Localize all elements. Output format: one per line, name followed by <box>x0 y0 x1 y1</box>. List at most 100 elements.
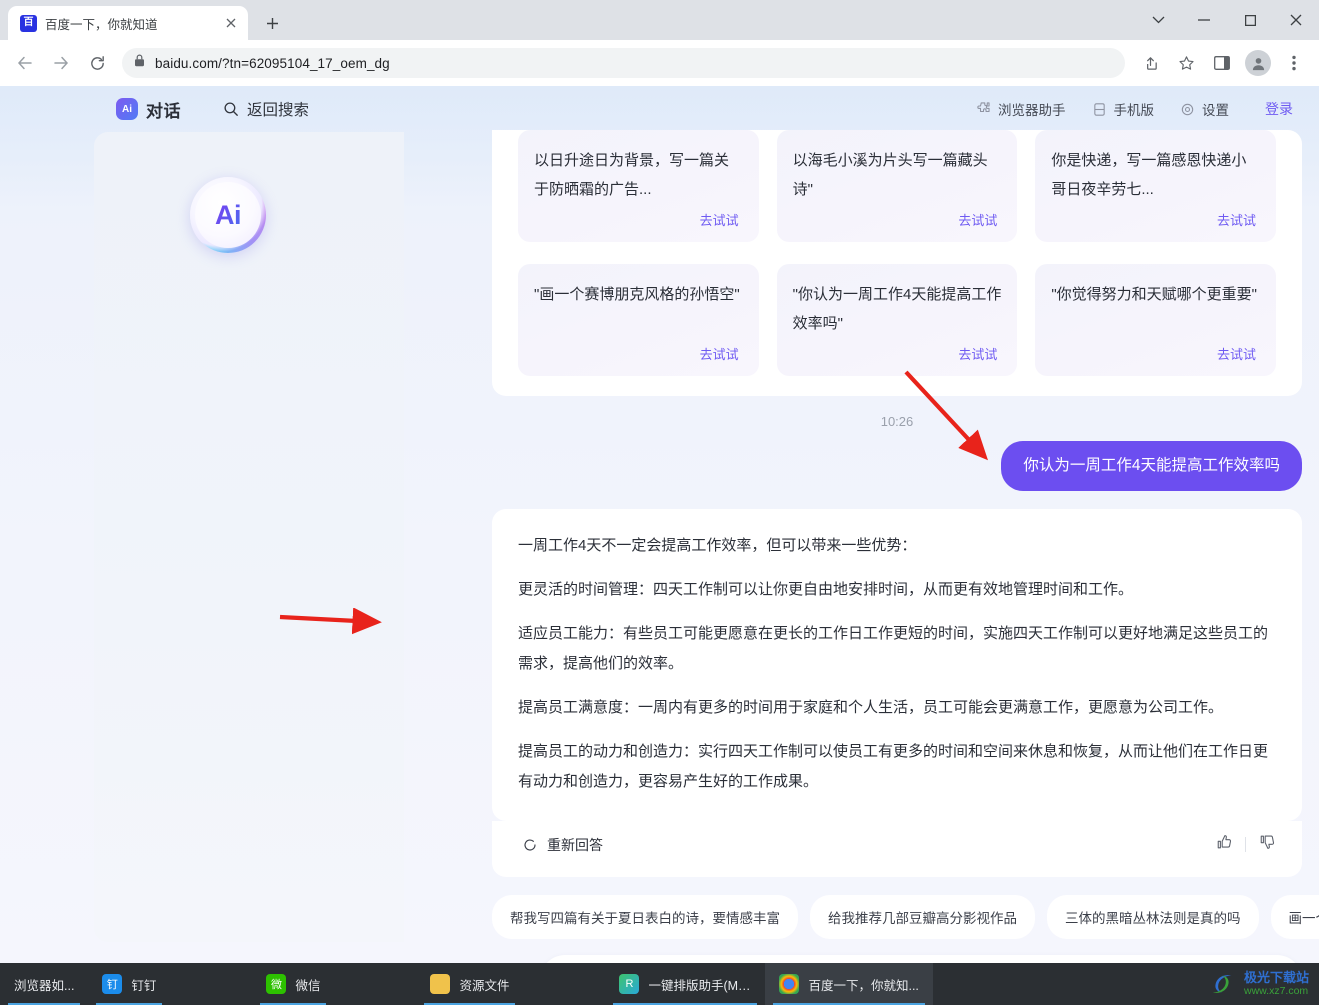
ai-logo-icon: Ai <box>116 98 138 120</box>
taskbar-item[interactable]: 钉 钉钉 <box>88 963 170 1005</box>
try-it-button[interactable]: 去试试 <box>696 207 743 232</box>
dingtalk-icon: 钉 <box>102 974 123 994</box>
watermark-logo-icon <box>1212 975 1232 993</box>
suggestion-card[interactable]: 以日升途日为背景，写一篇关于防晒霜的广告... 去试试 <box>518 130 759 242</box>
suggestion-card[interactable]: "你认为一周工作4天能提高工作效率吗" 去试试 <box>776 264 1018 376</box>
window-controls <box>1135 0 1319 40</box>
watermark-title: 极光下载站 <box>1243 969 1309 985</box>
refresh-icon <box>524 838 536 851</box>
side-panel-icon[interactable] <box>1205 46 1239 80</box>
avatar-label: Ai <box>215 199 242 230</box>
taskbar-item-label: 资源文件 <box>459 978 510 993</box>
try-it-button[interactable]: 去试试 <box>1213 341 1260 366</box>
suggestion-card-text: 你是快递，写一篇感恩快递小哥日夜辛劳七... <box>1051 152 1247 198</box>
try-it-button[interactable]: 去试试 <box>696 341 743 366</box>
page-content: Ai 对话 返回搜索 浏览器助手 手机版 设置 登录 Ai 以日升途日为背景，写… <box>0 86 1319 963</box>
suggestion-card-text: "你认为一周工作4天能提高工作效率吗" <box>792 286 1002 332</box>
user-message-row: 你认为一周工作4天能提高工作效率吗 <box>492 441 1302 491</box>
typesetting-icon: R <box>619 974 640 994</box>
watermark-url: www.xz7.com <box>1243 985 1309 998</box>
taskbar: 浏览器如... 钉 钉钉 微 微信 资源文件 R 一键排版助手(MyE... 百… <box>0 963 1319 1005</box>
mobile-icon <box>1093 102 1105 116</box>
message-timestamp: 10:26 <box>880 414 914 429</box>
suggestion-card[interactable]: 你是快递，写一篇感恩快递小哥日夜辛劳七... 去试试 <box>1035 130 1276 242</box>
message-input[interactable]: 立即登录，解锁提问机会 <box>540 954 1302 963</box>
site-watermark: 极光下载站 www.xz7.com <box>1207 963 1309 1005</box>
toolbar-actions <box>1133 46 1311 80</box>
wechat-icon: 微 <box>266 974 287 994</box>
browser-toolbar: baidu.com/?tn=62095104_17_oem_dg <box>0 40 1319 86</box>
taskbar-item-active[interactable]: 百度一下，你就知... <box>765 963 933 1005</box>
thumbs-down-icon[interactable] <box>1258 833 1276 856</box>
new-tab-button[interactable] <box>258 9 286 37</box>
suggestion-cards-grid: 以日升途日为背景，写一篇关于防晒霜的广告... 去试试 以海毛小溪为片头写一篇藏… <box>518 130 1276 376</box>
composer: 立即登录，解锁提问机会 <box>492 954 1302 963</box>
taskbar-item[interactable]: 微 微信 <box>252 963 334 1005</box>
chrome-icon <box>779 974 800 994</box>
thumbs-up-icon[interactable] <box>1215 833 1233 856</box>
header-actions: 浏览器助手 手机版 设置 登录 <box>975 99 1293 119</box>
suggestion-chip[interactable]: 给我推荐几部豆瓣高分影视作品 <box>810 894 1035 939</box>
forward-arrow-icon[interactable] <box>44 46 78 80</box>
mobile-version-label: 手机版 <box>1113 103 1155 118</box>
profile-avatar-icon[interactable] <box>1241 46 1275 80</box>
browser-assistant-label: 浏览器助手 <box>998 103 1066 118</box>
app-header: Ai 对话 返回搜索 浏览器助手 手机版 设置 登录 <box>0 86 1319 132</box>
ai-message-bubble: 一周工作4天不一定会提高工作效率，但可以带来一些优势： 更灵活的时间管理：四天工… <box>492 508 1302 821</box>
try-it-button[interactable]: 去试试 <box>1213 207 1260 232</box>
lock-icon <box>134 54 145 72</box>
taskbar-item-label: 微信 <box>295 978 321 993</box>
tab-title: 百度一下，你就知道 <box>45 17 158 32</box>
conversation-column: 以日升途日为背景，写一篇关于防晒霜的广告... 去试试 以海毛小溪为片头写一篇藏… <box>394 130 1319 963</box>
try-it-button[interactable]: 去试试 <box>954 207 1001 232</box>
login-button[interactable]: 登录 <box>1255 99 1293 119</box>
suggestion-chip[interactable]: 画一个赛 <box>1270 894 1319 939</box>
user-message-bubble: 你认为一周工作4天能提高工作效率吗 <box>1001 441 1302 491</box>
suggestion-card[interactable]: "你觉得努力和天赋哪个更重要" 去试试 <box>1035 264 1276 376</box>
taskbar-item[interactable]: R 一键排版助手(MyE... <box>605 963 765 1005</box>
ai-paragraph: 适应员工能力：有些员工可能更愿意在更长的工作日工作更短的时间，实施四天工作制可以… <box>518 624 1269 672</box>
brand: Ai 对话 <box>116 97 181 122</box>
back-to-search-label: 返回搜索 <box>247 102 310 119</box>
browser-tab[interactable]: 百 百度一下，你就知道 <box>8 6 248 40</box>
regenerate-label: 重新回答 <box>547 836 603 853</box>
puzzle-icon <box>977 102 990 113</box>
suggestion-chips: 帮我写四篇有关于夏日表白的诗，要情感丰富 给我推荐几部豆瓣高分影视作品 三体的黑… <box>492 894 1319 939</box>
back-arrow-icon[interactable] <box>8 46 42 80</box>
back-to-search-button[interactable]: 返回搜索 <box>223 98 309 120</box>
suggestion-card-text: 以海毛小溪为片头写一篇藏头诗" <box>792 152 988 198</box>
close-icon[interactable] <box>1273 0 1319 40</box>
minimize-icon[interactable] <box>1181 0 1227 40</box>
suggestion-card-text: "画一个赛博朋克风格的孙悟空" <box>534 286 740 303</box>
chevron-down-icon[interactable] <box>1135 0 1181 40</box>
suggestion-chip[interactable]: 三体的黑暗丛林法则是真的吗 <box>1047 894 1259 939</box>
browser-assistant-button[interactable]: 浏览器助手 <box>975 99 1066 119</box>
mobile-version-button[interactable]: 手机版 <box>1092 99 1155 119</box>
page-title: 对话 <box>146 101 181 121</box>
tab-strip: 百 百度一下，你就知道 <box>0 0 1319 40</box>
suggestion-card[interactable]: "画一个赛博朋克风格的孙悟空" 去试试 <box>518 264 759 376</box>
taskbar-item[interactable]: 浏览器如... <box>0 963 88 1005</box>
suggestion-card[interactable]: 以海毛小溪为片头写一篇藏头诗" 去试试 <box>776 130 1018 242</box>
ai-message-actions: 重新回答 <box>492 820 1302 877</box>
maximize-icon[interactable] <box>1227 0 1273 40</box>
reload-icon[interactable] <box>80 46 114 80</box>
regenerate-button[interactable]: 重新回答 <box>518 828 619 861</box>
taskbar-item-label: 浏览器如... <box>14 978 75 993</box>
suggestion-chip[interactable]: 帮我写四篇有关于夏日表白的诗，要情感丰富 <box>492 894 798 939</box>
settings-button[interactable]: 设置 <box>1180 99 1229 119</box>
star-icon[interactable] <box>1169 46 1203 80</box>
share-icon[interactable] <box>1133 46 1167 80</box>
address-bar[interactable]: baidu.com/?tn=62095104_17_oem_dg <box>122 48 1125 78</box>
left-panel: Ai <box>94 132 404 942</box>
three-dot-menu-icon[interactable] <box>1277 46 1311 80</box>
settings-label: 设置 <box>1202 103 1229 118</box>
search-icon <box>224 102 238 116</box>
taskbar-item[interactable]: 资源文件 <box>416 963 523 1005</box>
divider <box>1245 837 1246 852</box>
gear-icon <box>1181 103 1194 115</box>
tab-close-icon[interactable] <box>222 14 240 32</box>
suggestion-card-text: "你觉得努力和天赋哪个更重要" <box>1051 286 1257 303</box>
browser-window: 百 百度一下，你就知道 baidu.com/?tn=62095104_17_oe… <box>0 0 1319 963</box>
try-it-button[interactable]: 去试试 <box>954 341 1001 366</box>
